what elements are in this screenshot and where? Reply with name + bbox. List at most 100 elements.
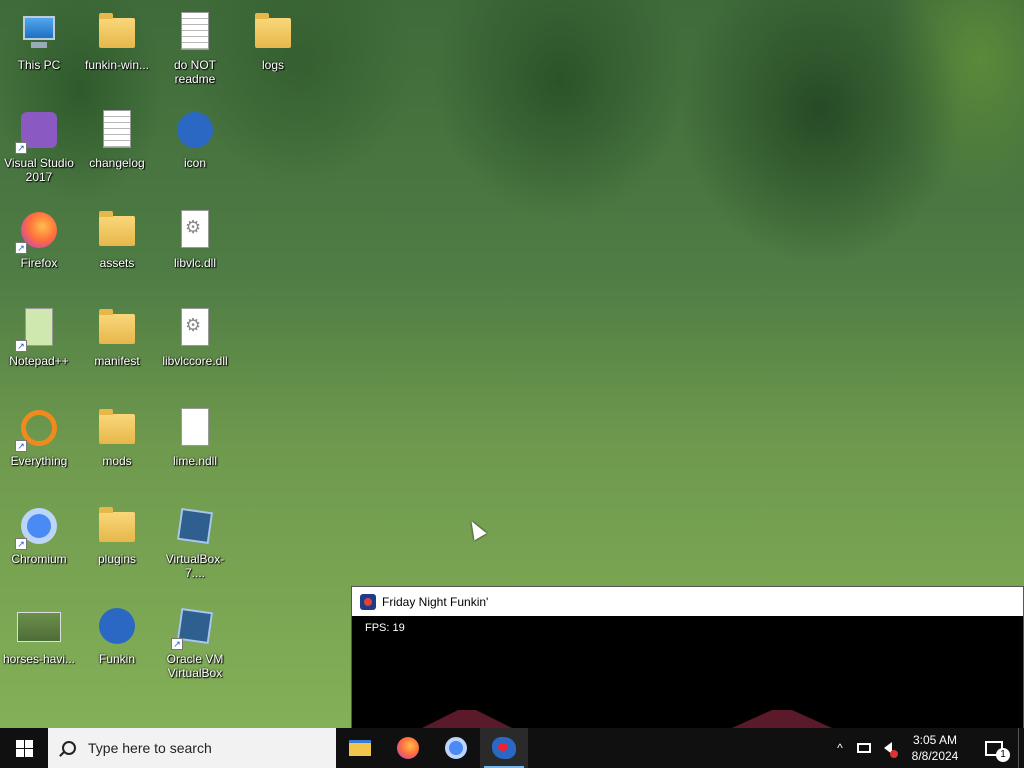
chevron-up-icon: ^: [837, 741, 843, 755]
windows-logo-icon: [15, 739, 33, 757]
shortcut-arrow-icon: ↗: [15, 440, 27, 452]
clock-time: 3:05 AM: [912, 733, 958, 747]
desktop-icon-libvlccore[interactable]: ⚙ libvlccore.dll: [156, 304, 234, 368]
desktop-icon-manifest[interactable]: manifest: [78, 304, 156, 368]
desktop-icon-changelog[interactable]: changelog: [78, 106, 156, 170]
desktop-icon-label: funkin-win...: [84, 58, 150, 72]
system-tray: ^ 3:05 AM 8/8/2024 1: [828, 728, 1024, 768]
desktop-icon-label: icon: [183, 156, 206, 170]
desktop-icon-everything[interactable]: ↗ Everything: [0, 404, 78, 468]
desktop-icon-label: libvlccore.dll: [162, 354, 228, 368]
desktop-icon-visual-studio[interactable]: ↗ Visual Studio 2017: [0, 106, 78, 184]
desktop-icon-label: horses-havi...: [2, 652, 76, 666]
desktop-icon-label: changelog: [89, 156, 145, 170]
desktop-icon-label: Firefox: [20, 256, 58, 270]
this-pc-icon: [23, 16, 55, 48]
stage-decoration: [732, 710, 832, 728]
funkin-app-icon: [492, 737, 516, 759]
network-icon: [857, 743, 871, 753]
show-hidden-icons-button[interactable]: ^: [828, 728, 852, 768]
search-input[interactable]: Type here to search: [48, 728, 336, 768]
gear-icon: ⚙: [185, 217, 202, 237]
desktop-icon-icon[interactable]: icon: [156, 106, 234, 170]
game-window[interactable]: Friday Night Funkin' FPS: 19: [351, 586, 1024, 728]
funkin-app-icon: [177, 112, 213, 148]
fps-counter: FPS: 19: [365, 622, 405, 634]
file-explorer-icon: [349, 740, 371, 756]
search-icon: [62, 741, 76, 755]
folder-icon: [99, 507, 135, 542]
desktop-icon-label: manifest: [94, 354, 140, 368]
desktop-icon-virtualbox-installer[interactable]: VirtualBox-7....: [156, 502, 234, 580]
desktop-icon-label: plugins: [97, 552, 137, 566]
mouse-cursor-icon: [465, 517, 487, 541]
desktop-icon-notepad-plus-plus[interactable]: ↗ Notepad++: [0, 304, 78, 368]
image-file-icon: [17, 612, 61, 642]
game-viewport[interactable]: FPS: 19: [352, 616, 1023, 728]
desktop-icon-label: do NOT readme: [173, 58, 216, 86]
desktop-icon-label: Chromium: [11, 552, 67, 566]
desktop-icon-label: lime.ndll: [172, 454, 217, 468]
notification-count: 1: [996, 748, 1010, 762]
taskbar-app-file-explorer[interactable]: [336, 728, 384, 768]
desktop-icon-mods[interactable]: mods: [78, 404, 156, 468]
desktop-icon-label: assets: [99, 256, 135, 270]
desktop-icon-lime-ndll[interactable]: lime.ndll: [156, 404, 234, 468]
virtualbox-installer-icon: [176, 507, 214, 545]
desktop-icon-label: mods: [102, 454, 132, 468]
desktop-icon-firefox[interactable]: ↗ Firefox: [0, 206, 78, 270]
desktop-icon-libvlc[interactable]: ⚙ libvlc.dll: [156, 206, 234, 270]
desktop-icon-label: Everything: [10, 454, 68, 468]
muted-badge-icon: [890, 750, 898, 758]
desktop-icon-label: This PC: [17, 58, 61, 72]
folder-icon: [99, 309, 135, 344]
shortcut-arrow-icon: ↗: [15, 340, 27, 352]
desktop-icon-label: libvlc.dll: [173, 256, 216, 270]
text-document-icon: [181, 12, 209, 50]
text-document-icon: [103, 110, 131, 148]
desktop-icon-chromium[interactable]: ↗ Chromium: [0, 502, 78, 566]
desktop-icon-image-file[interactable]: horses-havi...: [0, 602, 78, 666]
taskbar: Type here to search ^ 3:05 AM 8/8/2024 1: [0, 728, 1024, 768]
volume-button[interactable]: [876, 728, 900, 768]
folder-icon: [99, 211, 135, 246]
funkin-app-icon: [360, 593, 376, 610]
desktop-icon-label: Oracle VM VirtualBox: [166, 652, 224, 680]
desktop-icon-label: Notepad++: [9, 354, 69, 368]
start-button[interactable]: [0, 728, 48, 768]
chromium-icon: [445, 737, 467, 759]
gear-icon: ⚙: [185, 315, 202, 335]
desktop-icon-plugins[interactable]: plugins: [78, 502, 156, 566]
network-button[interactable]: [852, 728, 876, 768]
taskbar-app-funkin[interactable]: [480, 728, 528, 768]
taskbar-app-chromium[interactable]: [432, 728, 480, 768]
window-titlebar[interactable]: Friday Night Funkin': [352, 587, 1023, 616]
funkin-app-icon: [99, 608, 135, 644]
taskbar-app-firefox[interactable]: [384, 728, 432, 768]
show-desktop-button[interactable]: [1018, 728, 1024, 768]
blank-file-icon: [181, 408, 209, 446]
desktop-icon-logs[interactable]: logs: [234, 8, 312, 72]
window-title: Friday Night Funkin': [382, 594, 489, 609]
desktop-icon-this-pc[interactable]: This PC: [0, 8, 78, 72]
desktop-icon-do-not-readme[interactable]: do NOT readme: [156, 8, 234, 86]
shortcut-arrow-icon: ↗: [15, 142, 27, 154]
zip-folder-icon: [99, 13, 135, 48]
folder-icon: [99, 409, 135, 444]
clock-date: 8/8/2024: [911, 749, 959, 763]
desktop-icon-funkin-zip[interactable]: funkin-win...: [78, 8, 156, 72]
search-placeholder: Type here to search: [88, 740, 212, 756]
shortcut-arrow-icon: ↗: [15, 538, 27, 550]
desktop-icon-label: Funkin: [98, 652, 136, 666]
firefox-icon: [397, 737, 419, 759]
shortcut-arrow-icon: ↗: [15, 242, 27, 254]
desktop-icon-virtualbox[interactable]: ↗ Oracle VM VirtualBox: [156, 602, 234, 680]
clock[interactable]: 3:05 AM 8/8/2024: [900, 728, 970, 768]
desktop-icon-label: logs: [261, 58, 284, 72]
stage-decoration: [422, 710, 512, 728]
desktop-icon-assets[interactable]: assets: [78, 206, 156, 270]
desktop-icon-label: VirtualBox-7....: [165, 552, 225, 580]
desktop-icon-funkin[interactable]: Funkin: [78, 602, 156, 666]
folder-icon: [255, 13, 291, 48]
action-center-button[interactable]: 1: [970, 728, 1018, 768]
